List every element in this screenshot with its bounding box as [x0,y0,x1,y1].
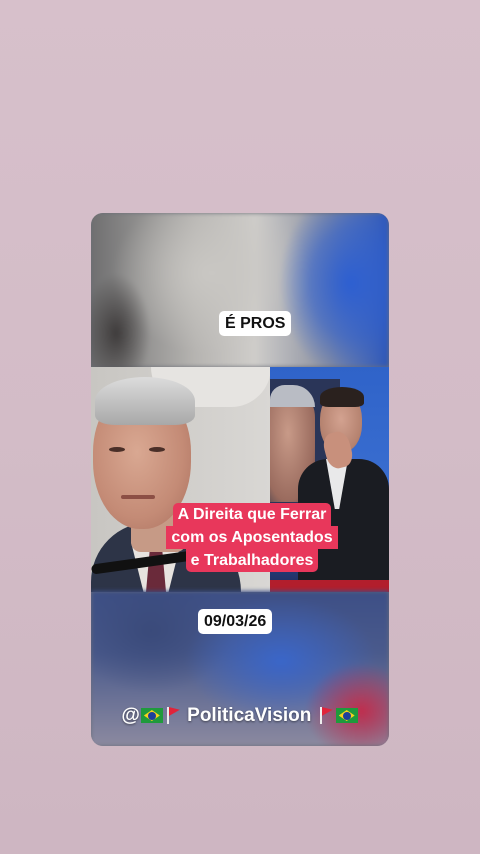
video-card[interactable]: É PROS A Direita que Ferrar com os Apose… [91,213,389,746]
channel-handle[interactable]: @ PoliticaVision [91,704,389,728]
title-line-1: A Direita que Ferrar [172,503,332,526]
date-label: 09/03/26 [198,609,273,634]
brazil-flag-icon [140,708,163,723]
blurred-background-top [91,213,389,393]
top-label: É PROS [219,311,292,336]
video-title: A Direita que Ferrar com os Aposentados … [161,503,343,572]
handle-prefix: @ [121,705,140,726]
red-flag-icon [318,706,334,724]
title-line-2: com os Aposentados [166,526,338,549]
brazil-flag-icon [335,708,358,723]
title-line-3: e Trabalhadores [185,549,319,572]
red-flag-icon [165,706,181,724]
handle-name: PoliticaVision [187,705,312,726]
